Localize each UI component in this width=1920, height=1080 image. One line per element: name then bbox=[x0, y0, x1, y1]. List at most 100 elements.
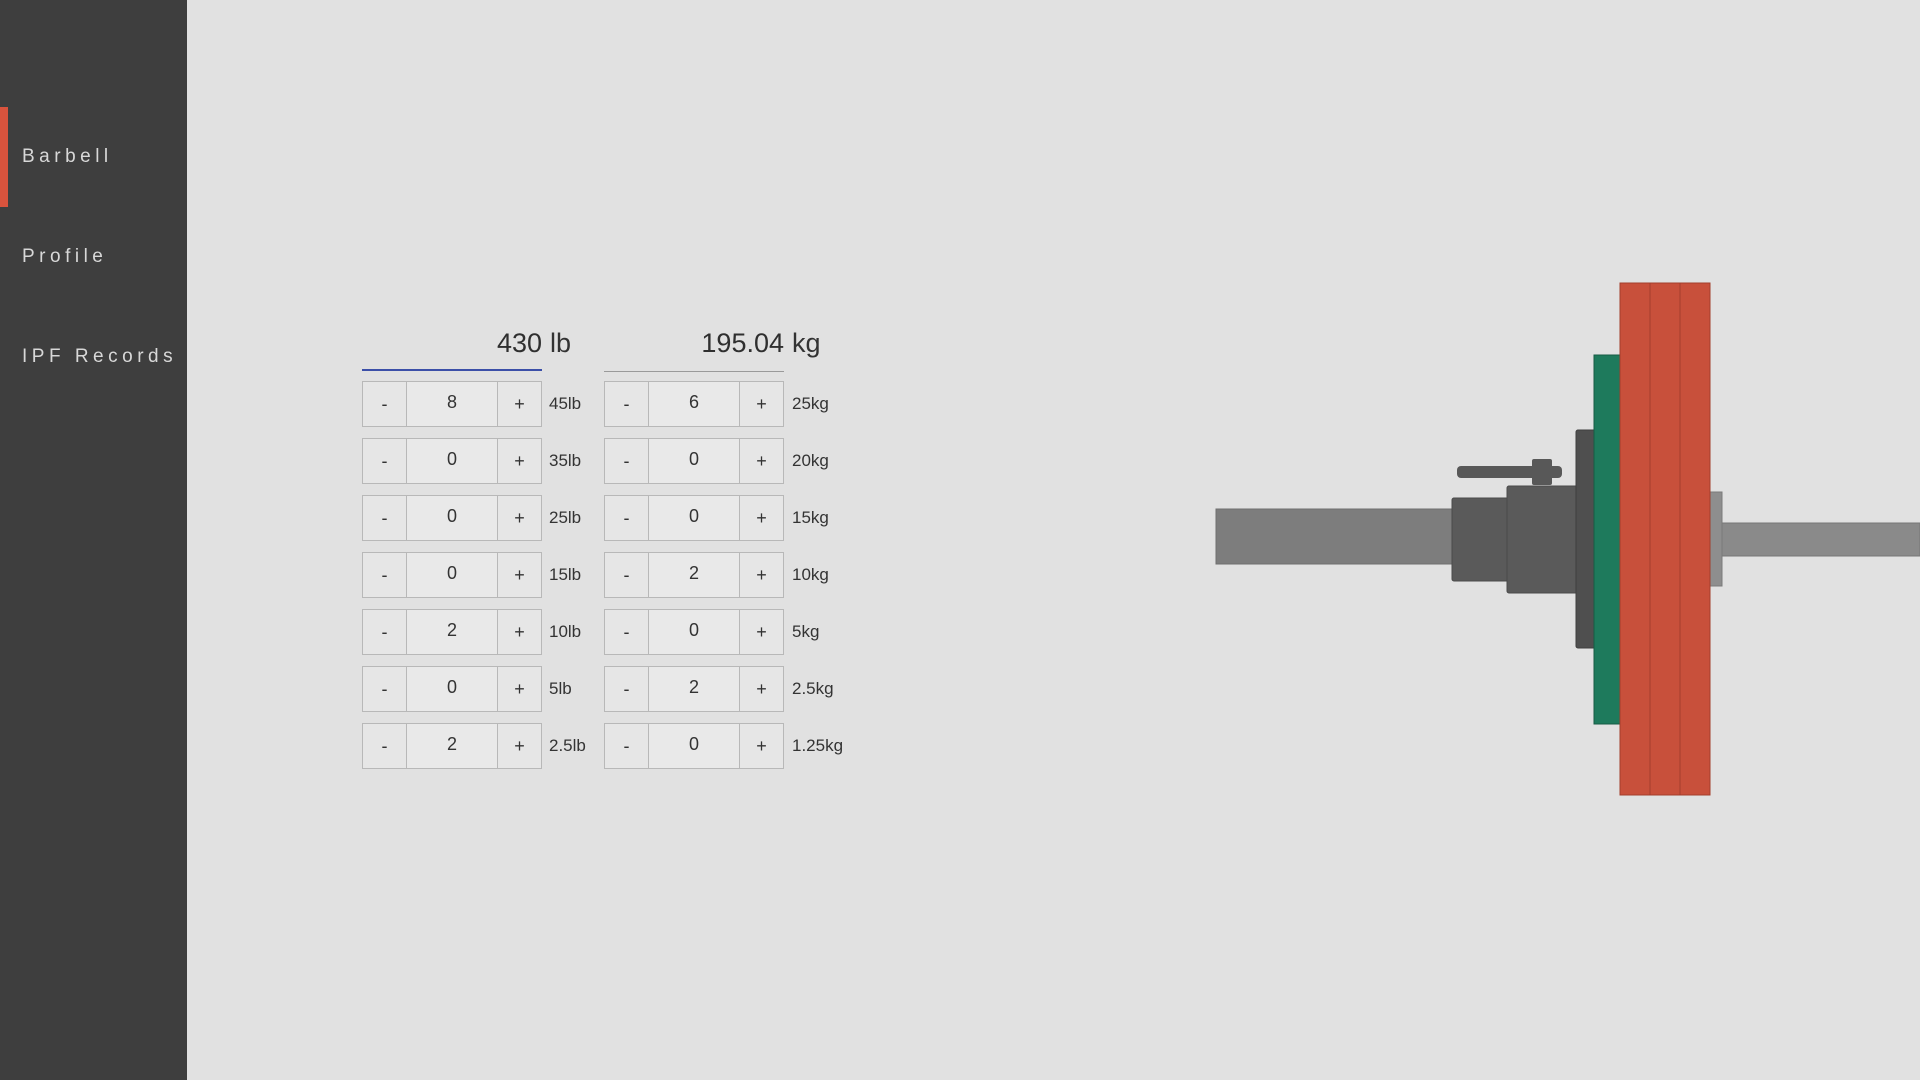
plate-weight-label: 45lb bbox=[549, 394, 582, 413]
decrement-button[interactable]: - bbox=[363, 382, 407, 426]
kg-unit-label: kg bbox=[792, 328, 821, 358]
lb-plate-row: -2 +2.5lb bbox=[362, 723, 622, 769]
increment-button[interactable]: + bbox=[739, 610, 783, 654]
plate-count[interactable]: 0 bbox=[407, 439, 497, 483]
lb-plate-row: -2 +10lb bbox=[362, 609, 622, 655]
kg-plate-stepper: -6 + bbox=[604, 381, 784, 427]
lb-unit-label: lb bbox=[550, 328, 572, 358]
plate-count[interactable]: 0 bbox=[649, 439, 739, 483]
plate-weight-label: 1.25kg bbox=[792, 736, 844, 755]
total-kg-input[interactable] bbox=[604, 318, 784, 368]
decrement-button[interactable]: - bbox=[363, 553, 407, 597]
kg-plate-row: -2 +10kg bbox=[604, 552, 864, 598]
increment-button[interactable]: + bbox=[497, 610, 541, 654]
lb-plate-row: -0 +15lb bbox=[362, 552, 622, 598]
lb-plate-row: -0 +35lb bbox=[362, 438, 622, 484]
lb-plate-stepper: -2 + bbox=[362, 723, 542, 769]
kg-plate-row: -0 +5kg bbox=[604, 609, 864, 655]
nav-item-ipf-records[interactable]: IPF Records bbox=[0, 307, 187, 407]
plate-weight-label: 2.5lb bbox=[549, 736, 586, 755]
decrement-button[interactable]: - bbox=[363, 667, 407, 711]
decrement-button[interactable]: - bbox=[605, 553, 649, 597]
plate-45lb bbox=[1619, 282, 1651, 796]
decrement-button[interactable]: - bbox=[605, 439, 649, 483]
decrement-button[interactable]: - bbox=[363, 724, 407, 768]
decrement-button[interactable]: - bbox=[605, 724, 649, 768]
kg-plate-stepper: -2 + bbox=[604, 552, 784, 598]
plate-weight-label: 5lb bbox=[549, 679, 572, 698]
sidebar: Barbell Profile IPF Records bbox=[0, 0, 187, 1080]
plate-count[interactable]: 2 bbox=[649, 553, 739, 597]
plate-weight-label: 35lb bbox=[549, 451, 582, 470]
increment-button[interactable]: + bbox=[739, 496, 783, 540]
plate-count[interactable]: 2 bbox=[649, 667, 739, 711]
plate-weight-label: 10kg bbox=[792, 565, 829, 584]
lb-plate-row: -8 +45lb bbox=[362, 381, 622, 427]
plate-count[interactable]: 6 bbox=[649, 382, 739, 426]
active-indicator bbox=[0, 107, 8, 207]
lb-plate-row: -0 +5lb bbox=[362, 666, 622, 712]
bar-inner-shaft bbox=[1215, 508, 1453, 565]
plate-weight-label: 2.5kg bbox=[792, 679, 834, 698]
decrement-button[interactable]: - bbox=[605, 667, 649, 711]
increment-button[interactable]: + bbox=[739, 724, 783, 768]
plate-count[interactable]: 0 bbox=[649, 724, 739, 768]
clamp-knob bbox=[1532, 459, 1552, 485]
decrement-button[interactable]: - bbox=[363, 439, 407, 483]
plate-count[interactable]: 2 bbox=[407, 610, 497, 654]
plate-weight-label: 25kg bbox=[792, 394, 829, 413]
increment-button[interactable]: + bbox=[497, 439, 541, 483]
plate-weight-label: 15lb bbox=[549, 565, 582, 584]
lb-plate-stepper: -0 + bbox=[362, 666, 542, 712]
decrement-button[interactable]: - bbox=[605, 496, 649, 540]
bar-sleeve-collar bbox=[1451, 497, 1511, 582]
plate-10lb bbox=[1593, 354, 1623, 725]
lb-plate-stepper: -8 + bbox=[362, 381, 542, 427]
lb-plate-stepper: -0 + bbox=[362, 495, 542, 541]
kg-plate-row: -0 +1.25kg bbox=[604, 723, 864, 769]
plate-count[interactable]: 0 bbox=[407, 553, 497, 597]
nav-item-label: Profile bbox=[22, 246, 108, 267]
bar-outer-sleeve bbox=[1716, 522, 1920, 557]
plate-count[interactable]: 0 bbox=[649, 496, 739, 540]
plate-count[interactable]: 0 bbox=[649, 610, 739, 654]
kg-plate-stepper: -0 + bbox=[604, 723, 784, 769]
plate-count[interactable]: 2 bbox=[407, 724, 497, 768]
increment-button[interactable]: + bbox=[497, 382, 541, 426]
increment-button[interactable]: + bbox=[497, 724, 541, 768]
decrement-button[interactable]: - bbox=[363, 610, 407, 654]
increment-button[interactable]: + bbox=[497, 496, 541, 540]
lb-plate-row: -0 +25lb bbox=[362, 495, 622, 541]
kg-plate-row: -6 +25kg bbox=[604, 381, 864, 427]
kg-plate-stepper: -0 + bbox=[604, 495, 784, 541]
plate-count[interactable]: 0 bbox=[407, 496, 497, 540]
kg-plate-stepper: -2 + bbox=[604, 666, 784, 712]
increment-button[interactable]: + bbox=[739, 382, 783, 426]
nav-item-profile[interactable]: Profile bbox=[0, 207, 187, 307]
kg-plate-row: -2 +2.5kg bbox=[604, 666, 864, 712]
plate-weight-label: 5kg bbox=[792, 622, 820, 641]
plate-count[interactable]: 8 bbox=[407, 382, 497, 426]
plate-count[interactable]: 0 bbox=[407, 667, 497, 711]
kg-plate-row: -0 +20kg bbox=[604, 438, 864, 484]
increment-button[interactable]: + bbox=[497, 667, 541, 711]
nav-item-barbell[interactable]: Barbell bbox=[0, 107, 187, 207]
decrement-button[interactable]: - bbox=[363, 496, 407, 540]
kg-plate-stepper: -0 + bbox=[604, 438, 784, 484]
kg-plate-stepper: -0 + bbox=[604, 609, 784, 655]
total-lb-input[interactable] bbox=[362, 318, 542, 368]
increment-button[interactable]: + bbox=[739, 439, 783, 483]
decrement-button[interactable]: - bbox=[605, 382, 649, 426]
increment-button[interactable]: + bbox=[497, 553, 541, 597]
plate-weight-label: 25lb bbox=[549, 508, 582, 527]
plate-weight-label: 20kg bbox=[792, 451, 829, 470]
increment-button[interactable]: + bbox=[739, 553, 783, 597]
decrement-button[interactable]: - bbox=[605, 610, 649, 654]
plate-weight-label: 15kg bbox=[792, 508, 829, 527]
increment-button[interactable]: + bbox=[739, 667, 783, 711]
barbell-visualization bbox=[1215, 282, 1920, 796]
kg-plate-row: -0 +15kg bbox=[604, 495, 864, 541]
lb-plate-stepper: -2 + bbox=[362, 609, 542, 655]
lb-plate-stepper: -0 + bbox=[362, 438, 542, 484]
plate-45lb bbox=[1649, 282, 1681, 796]
